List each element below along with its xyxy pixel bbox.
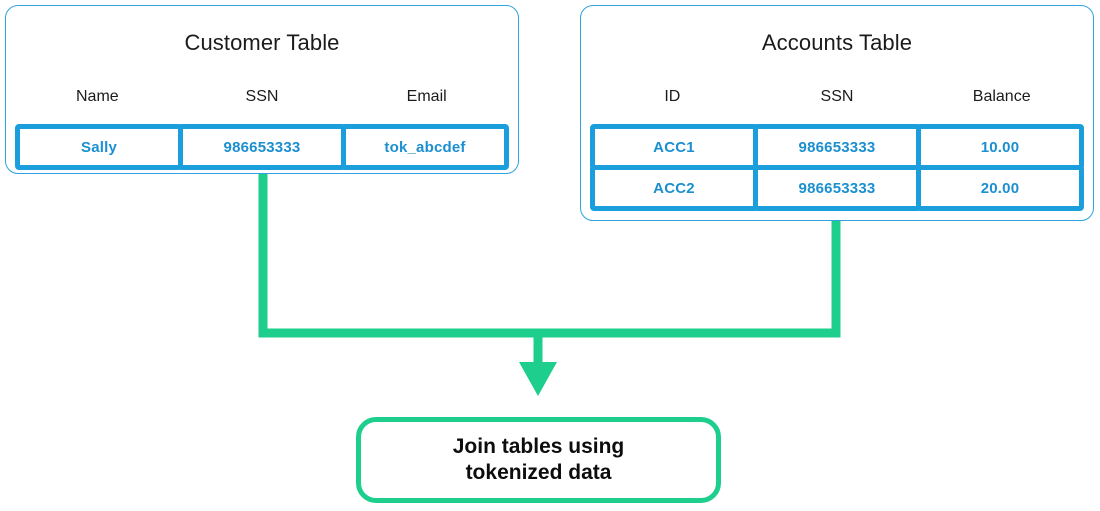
column-header-email: Email [406, 88, 447, 105]
table-row: ACC1 986653333 10.00 [590, 124, 1084, 170]
cell-customer-ssn: 986653333 [178, 124, 346, 170]
accounts-table-panel: Accounts Table ID SSN Balance ACC1 98665… [580, 5, 1094, 221]
accounts-table-header-row: ID SSN Balance [590, 87, 1084, 107]
cell-account-balance-2: 20.00 [916, 165, 1084, 211]
column-header-ssn: SSN [820, 88, 854, 105]
cell-account-ssn-2: 986653333 [753, 165, 921, 211]
customer-table-panel: Customer Table Name SSN Email Sally 9866… [5, 5, 519, 174]
customer-table-header-row: Name SSN Email [15, 87, 509, 107]
column-header-ssn: SSN [245, 88, 279, 105]
customer-table-grid: Sally 986653333 tok_abcdef [15, 124, 509, 170]
cell-account-balance-1: 10.00 [916, 124, 1084, 170]
connector-accounts-ssn [533, 201, 841, 338]
customer-table-title: Customer Table [184, 30, 340, 55]
arrow-head-icon [519, 362, 557, 396]
cell-customer-email: tok_abcdef [341, 124, 509, 170]
accounts-table-grid: ACC1 986653333 10.00 ACC2 986653333 20.0… [590, 124, 1084, 211]
cell-customer-name: Sally [15, 124, 183, 170]
cell-account-id-1: ACC1 [590, 124, 758, 170]
accounts-table-title: Accounts Table [761, 30, 913, 55]
connector-customer-ssn [258, 155, 543, 338]
cell-account-ssn-1: 986653333 [753, 124, 921, 170]
diagram-canvas: Customer Table Name SSN Email Sally 9866… [0, 0, 1100, 511]
join-outcome-box: Join tables using tokenized data [356, 417, 721, 503]
column-header-name: Name [75, 88, 119, 105]
table-row: Sally 986653333 tok_abcdef [15, 124, 509, 170]
table-row: ACC2 986653333 20.00 [590, 165, 1084, 211]
join-outcome-label: Join tables using tokenized data [452, 435, 625, 484]
column-header-id: ID [664, 88, 681, 105]
cell-account-id-2: ACC2 [590, 165, 758, 211]
column-header-balance: Balance [972, 88, 1031, 105]
